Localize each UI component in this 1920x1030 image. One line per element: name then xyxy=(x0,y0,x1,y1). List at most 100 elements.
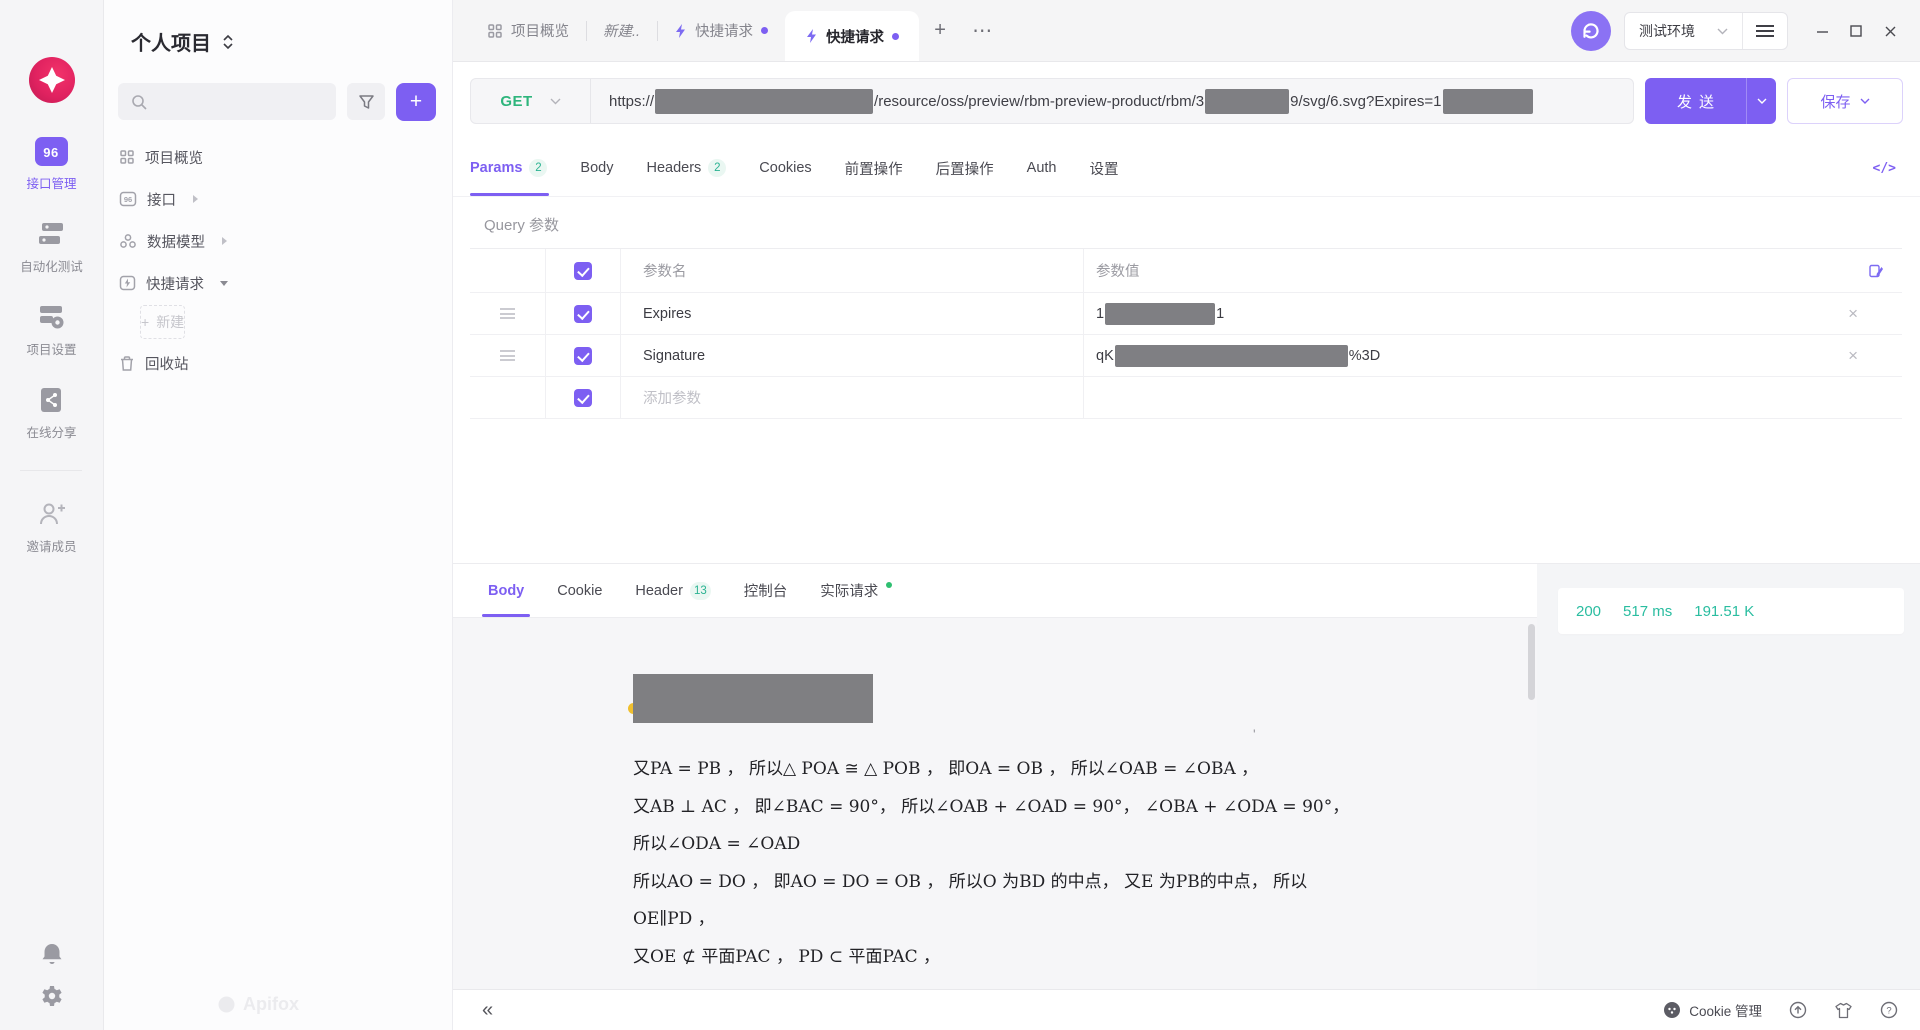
send-options-button[interactable] xyxy=(1746,78,1776,124)
tab-quick-request-2[interactable]: 快捷请求 xyxy=(785,11,919,61)
method-select[interactable]: GET xyxy=(471,79,591,123)
sync-button[interactable] xyxy=(1571,11,1611,51)
tab-response-cookie[interactable]: Cookie xyxy=(557,564,602,617)
response-left: Body Cookie Header 13 控制台 实际请求 xyxy=(453,564,1537,989)
tab-label: Auth xyxy=(1027,160,1057,176)
rail-label: 接口管理 xyxy=(26,173,76,192)
delete-row-icon[interactable]: × xyxy=(1848,347,1858,364)
param-name-cell[interactable]: Expires xyxy=(620,293,1083,335)
tab-cookies[interactable]: Cookies xyxy=(759,140,811,196)
tab-quick-request-1[interactable]: 快捷请求 xyxy=(657,0,785,61)
tab-response-body[interactable]: Body xyxy=(488,564,524,617)
tab-pre-operations[interactable]: 前置操作 xyxy=(845,140,903,196)
environment-group: 测试环境 xyxy=(1624,12,1788,50)
svg-text:96: 96 xyxy=(44,145,59,160)
cookie-manager-button[interactable]: Cookie 管理 xyxy=(1663,1000,1762,1020)
tab-actual-request[interactable]: 实际请求 xyxy=(820,564,892,617)
collapse-sidebar-button[interactable]: « xyxy=(482,1000,493,1020)
tab-settings[interactable]: 设置 xyxy=(1090,140,1119,196)
search-box[interactable] xyxy=(118,83,336,120)
tab-new[interactable]: 新建.. xyxy=(586,0,657,61)
new-tab-button[interactable]: + xyxy=(919,0,961,61)
settings-gear-icon[interactable] xyxy=(40,984,64,1008)
rail-item-online-share[interactable]: 在线分享 xyxy=(26,385,76,441)
row-checkbox[interactable] xyxy=(574,347,592,365)
add-param-cell[interactable]: 添加参数 xyxy=(620,377,1083,419)
tab-label: Headers xyxy=(646,160,701,176)
drag-handle[interactable] xyxy=(500,308,515,319)
project-switch-icon xyxy=(222,34,234,50)
generate-code-button[interactable]: </> xyxy=(1873,161,1896,176)
select-all-cell xyxy=(545,249,620,293)
menu-item-project-overview[interactable]: 项目概览 xyxy=(104,136,452,178)
drag-cell xyxy=(470,335,545,377)
tab-label: Header xyxy=(635,583,683,599)
apifox-logo[interactable] xyxy=(29,57,75,103)
bottom-right: Cookie 管理 ? xyxy=(1663,1000,1898,1020)
arrow-up-circle-icon xyxy=(1789,1001,1807,1019)
environment-menu-button[interactable] xyxy=(1743,13,1787,49)
redaction-block xyxy=(633,674,873,723)
rail-item-automated-testing[interactable]: 自动化测试 xyxy=(20,219,83,275)
tab-headers[interactable]: Headers 2 xyxy=(646,140,726,196)
help-button[interactable]: ? xyxy=(1880,1001,1898,1019)
maximize-icon xyxy=(1850,25,1862,37)
add-button[interactable]: + xyxy=(396,83,436,121)
menu-item-apis[interactable]: 96 接口 xyxy=(104,178,452,220)
save-button[interactable]: 保存 xyxy=(1787,78,1903,124)
menu-item-data-models[interactable]: 数据模型 xyxy=(104,220,452,262)
tab-label: Cookie xyxy=(557,583,602,599)
rail-item-invite-members[interactable]: 邀请成员 xyxy=(26,499,76,555)
tab-auth[interactable]: Auth xyxy=(1027,140,1057,196)
minimize-button[interactable] xyxy=(1805,11,1839,51)
project-title: 个人项目 xyxy=(131,27,211,56)
param-value-cell[interactable] xyxy=(1083,377,1902,419)
automation-icon xyxy=(36,219,66,249)
menu-item-recycle-bin[interactable]: 回收站 xyxy=(104,342,452,384)
select-all-checkbox[interactable] xyxy=(574,262,592,280)
response-tabs: Body Cookie Header 13 控制台 实际请求 xyxy=(453,564,1537,618)
tab-response-header[interactable]: Header 13 xyxy=(635,564,710,617)
row-checkbox[interactable] xyxy=(574,389,592,407)
new-quick-request-button[interactable]: + 新建 xyxy=(140,305,185,339)
upload-button[interactable] xyxy=(1789,1001,1807,1019)
rail-item-api-management[interactable]: 96 接口管理 xyxy=(26,137,76,192)
menu-label: 快捷请求 xyxy=(146,273,204,294)
menu-item-quick-requests[interactable]: 快捷请求 xyxy=(104,262,452,304)
tab-body[interactable]: Body xyxy=(580,140,613,196)
notification-bell-icon[interactable] xyxy=(40,941,64,967)
project-switcher[interactable]: 个人项目 xyxy=(131,27,452,56)
more-tabs-button[interactable]: ⋯ xyxy=(961,0,1003,61)
maximize-button[interactable] xyxy=(1839,11,1873,51)
tab-project-overview[interactable]: 项目概览 xyxy=(470,0,586,61)
tab-label: Body xyxy=(488,583,524,599)
response-time: 517 ms xyxy=(1623,603,1672,620)
close-button[interactable] xyxy=(1873,11,1907,51)
table-cell-empty xyxy=(470,377,545,419)
document-tabbar: 项目概览 新建.. 快捷请求 快捷请求 + ⋯ xyxy=(453,0,1920,62)
delete-row-icon[interactable]: × xyxy=(1848,305,1858,322)
row-checkbox[interactable] xyxy=(574,305,592,323)
search-input[interactable] xyxy=(155,94,336,110)
url-input[interactable]: https:// /resource/oss/preview/rbm-previ… xyxy=(591,89,1534,114)
tab-params[interactable]: Params 2 xyxy=(470,140,547,196)
math-text-line: 所以AO = DO ， 即AO = DO = OB ， 所以O 为BD 的中点，… xyxy=(633,864,1433,902)
tab-console[interactable]: 控制台 xyxy=(744,564,788,617)
param-value-cell[interactable]: qK %3D × xyxy=(1083,335,1902,377)
menu-label: 数据模型 xyxy=(147,231,205,252)
scrollbar-thumb[interactable] xyxy=(1528,624,1535,700)
param-name-cell[interactable]: Signature xyxy=(620,335,1083,377)
tab-label: 实际请求 xyxy=(820,580,878,601)
environment-select[interactable]: 测试环境 xyxy=(1625,21,1742,41)
filter-button[interactable] xyxy=(347,83,385,120)
drag-handle[interactable] xyxy=(500,350,515,361)
response-size: 191.51 K xyxy=(1694,603,1754,620)
theme-button[interactable] xyxy=(1834,1002,1853,1019)
bulk-edit-icon[interactable] xyxy=(1868,263,1884,279)
tab-post-operations[interactable]: 后置操作 xyxy=(936,140,994,196)
response-meta-panel: 200 517 ms 191.51 K xyxy=(1537,564,1920,989)
sync-icon xyxy=(1580,20,1602,42)
param-value-cell[interactable]: 1 1 × xyxy=(1083,293,1902,335)
rail-item-project-settings[interactable]: 项目设置 xyxy=(26,302,76,358)
send-button[interactable]: 发送 xyxy=(1645,78,1776,124)
